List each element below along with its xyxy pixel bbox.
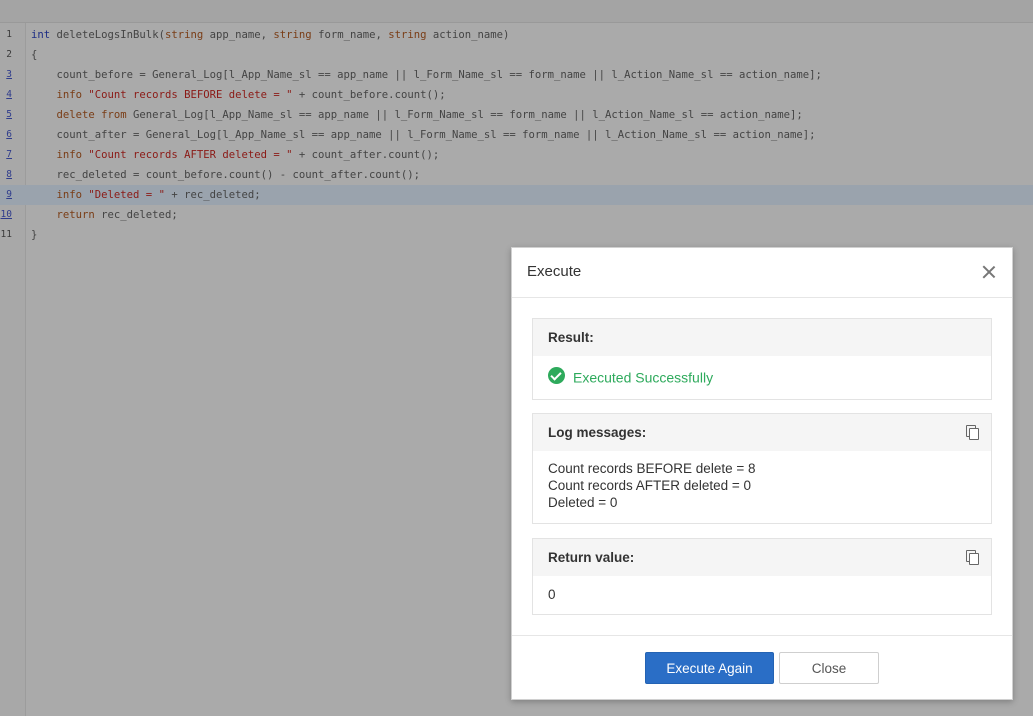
log-line: Count records AFTER deleted = 0 bbox=[548, 478, 751, 493]
code-line[interactable]: 8 rec_deleted = count_before.count() - c… bbox=[0, 165, 1033, 185]
code-text: count_before = General_Log[l_App_Name_sl… bbox=[31, 65, 822, 85]
line-number[interactable]: 4 bbox=[0, 85, 12, 105]
execute-dialog: Execute Result: Executed Successfully Lo… bbox=[511, 247, 1013, 700]
log-line: Count records BEFORE delete = 8 bbox=[548, 461, 756, 476]
code-token: app_name, bbox=[203, 29, 274, 41]
code-line[interactable]: 4 info "Count records BEFORE delete = " … bbox=[0, 85, 1033, 105]
code-token: count_before = General_Log[l_App_Name_sl… bbox=[31, 69, 822, 81]
code-token: General_Log[l_App_Name_sl == app_name ||… bbox=[126, 109, 803, 121]
code-token: + rec_deleted; bbox=[164, 189, 261, 201]
code-token: + count_after.count(); bbox=[292, 149, 440, 161]
line-number[interactable]: 5 bbox=[0, 105, 12, 125]
code-editor[interactable]: 1 int deleteLogsInBulk(string app_name, s… bbox=[0, 25, 1033, 245]
result-label: Result: bbox=[548, 330, 594, 345]
success-text: Executed Successfully bbox=[573, 369, 714, 386]
code-line[interactable]: 7 info "Count records AFTER deleted = " … bbox=[0, 145, 1033, 165]
code-token: form_name, bbox=[311, 29, 389, 41]
copy-icon[interactable] bbox=[966, 425, 979, 440]
return-value: 0 bbox=[548, 587, 556, 602]
line-number: 1 bbox=[6, 29, 12, 40]
code-text: } bbox=[31, 225, 37, 245]
dialog-header: Execute bbox=[512, 248, 1012, 298]
check-circle-icon bbox=[548, 366, 565, 384]
code-token: "Count records AFTER deleted = " bbox=[88, 149, 293, 161]
code-token: return bbox=[31, 209, 95, 221]
line-number[interactable]: 8 bbox=[0, 165, 12, 185]
editor-toolbar bbox=[0, 0, 1033, 23]
code-text: int deleteLogsInBulk(string app_name, st… bbox=[31, 25, 509, 45]
code-token: info bbox=[31, 189, 89, 201]
code-line[interactable]: 11} bbox=[0, 225, 1033, 245]
code-line[interactable]: 2{ bbox=[0, 45, 1033, 65]
code-line[interactable]: 1 int deleteLogsInBulk(string app_name, s… bbox=[0, 25, 1033, 45]
close-icon[interactable] bbox=[982, 265, 996, 279]
code-line[interactable]: 5 delete from General_Log[l_App_Name_sl … bbox=[0, 105, 1033, 125]
code-line[interactable]: 9 info "Deleted = " + rec_deleted; bbox=[0, 185, 1033, 205]
line-number[interactable]: 3 bbox=[0, 65, 12, 85]
log-messages-panel: Log messages: Count records BEFORE delet… bbox=[532, 413, 992, 524]
line-number[interactable]: 9 bbox=[0, 185, 12, 205]
code-token: count_after = General_Log[l_App_Name_sl … bbox=[31, 129, 816, 141]
return-value-header: Return value: bbox=[533, 539, 991, 576]
code-line[interactable]: 6 count_after = General_Log[l_App_Name_s… bbox=[0, 125, 1033, 145]
code-token: info bbox=[31, 149, 89, 161]
log-line: Deleted = 0 bbox=[548, 495, 618, 510]
close-button[interactable]: Close bbox=[779, 652, 879, 684]
log-messages-header: Log messages: bbox=[533, 414, 991, 451]
result-header: Result: bbox=[533, 319, 991, 356]
code-text: info "Deleted = " + rec_deleted; bbox=[31, 185, 261, 205]
code-text: delete from General_Log[l_App_Name_sl ==… bbox=[31, 105, 803, 125]
success-message: Executed Successfully bbox=[548, 366, 714, 386]
code-text: rec_deleted = count_before.count() - cou… bbox=[31, 165, 421, 185]
line-number[interactable]: 10 bbox=[0, 205, 12, 225]
code-token: string bbox=[388, 29, 427, 41]
code-token: + count_before.count(); bbox=[292, 89, 446, 101]
result-panel: Result: Executed Successfully bbox=[532, 318, 992, 400]
return-value-label: Return value: bbox=[548, 550, 635, 565]
return-value-panel: Return value: 0 bbox=[532, 538, 992, 615]
code-token: info bbox=[31, 89, 89, 101]
execute-again-button[interactable]: Execute Again bbox=[645, 652, 774, 684]
code-text: { bbox=[31, 45, 37, 65]
dialog-footer: Execute Again Close bbox=[512, 635, 1012, 700]
code-token: string bbox=[164, 29, 204, 41]
code-token: int bbox=[31, 29, 51, 41]
code-token: } bbox=[31, 229, 38, 241]
line-number[interactable]: 7 bbox=[0, 145, 12, 165]
code-token: rec_deleted; bbox=[94, 209, 178, 221]
code-text: info "Count records AFTER deleted = " + … bbox=[31, 145, 440, 165]
code-text: return rec_deleted; bbox=[31, 205, 178, 225]
code-token: string bbox=[273, 29, 312, 41]
line-number: 11 bbox=[0, 229, 12, 240]
code-line[interactable]: 3 count_before = General_Log[l_App_Name_… bbox=[0, 65, 1033, 85]
dialog-title: Execute bbox=[527, 263, 582, 280]
line-number: 2 bbox=[6, 49, 12, 60]
code-token: action_name) bbox=[426, 29, 510, 41]
code-text: count_after = General_Log[l_App_Name_sl … bbox=[31, 125, 816, 145]
code-token: { bbox=[31, 49, 38, 61]
code-text: info "Count records BEFORE delete = " + … bbox=[31, 85, 446, 105]
code-line[interactable]: 10 return rec_deleted; bbox=[0, 205, 1033, 225]
log-messages-label: Log messages: bbox=[548, 425, 647, 440]
copy-icon[interactable] bbox=[966, 550, 979, 565]
line-number[interactable]: 6 bbox=[0, 125, 12, 145]
code-token: rec_deleted = count_before.count() - cou… bbox=[31, 169, 421, 181]
code-token: delete from bbox=[31, 109, 127, 121]
code-token: deleteLogsInBulk( bbox=[50, 29, 165, 41]
code-token: "Deleted = " bbox=[88, 189, 165, 201]
code-token: "Count records BEFORE delete = " bbox=[88, 89, 293, 101]
